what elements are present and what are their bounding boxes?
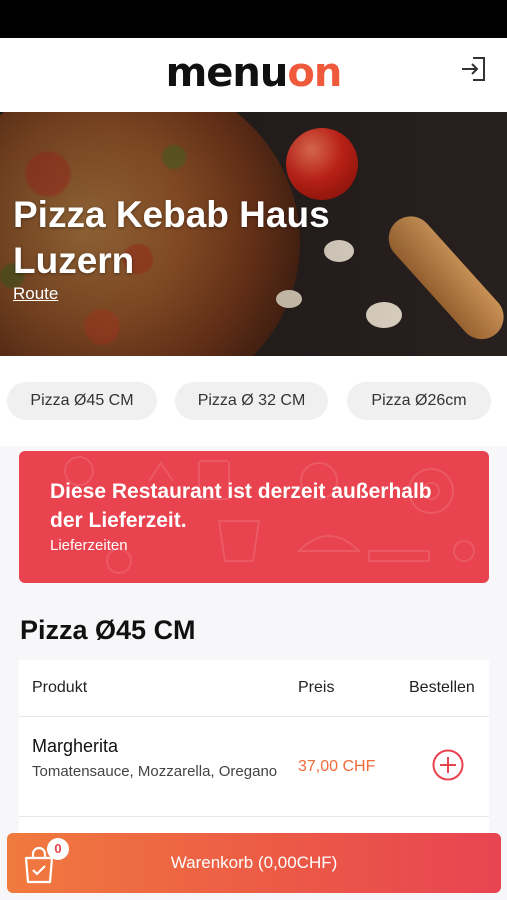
category-chip-pizza-45[interactable]: Pizza Ø45 CM bbox=[7, 382, 157, 420]
product-name: Margherita bbox=[32, 736, 119, 756]
column-header-order: Bestellen bbox=[409, 679, 475, 696]
cart-label: Warenkorb (0,00CHF) bbox=[170, 853, 338, 872]
delivery-times-link[interactable]: Lieferzeiten bbox=[50, 537, 128, 554]
product-price: 37,00 CHF bbox=[298, 758, 376, 775]
column-header-price: Preis bbox=[298, 679, 335, 696]
closed-notice: Diese Restaurant ist derzeit außerhalb d… bbox=[19, 451, 489, 583]
route-link[interactable]: Route bbox=[13, 284, 58, 304]
restaurant-name: Pizza Kebab Haus Luzern bbox=[13, 194, 330, 281]
status-bar bbox=[0, 0, 507, 38]
column-header-product: Produkt bbox=[32, 679, 88, 696]
plus-circle-icon[interactable] bbox=[432, 749, 464, 781]
menu-table: Produkt Preis Bestellen Margherita Tomat… bbox=[19, 660, 489, 860]
category-bar: Pizza Ø45 CM Pizza Ø 32 CM Pizza Ø26cm bbox=[0, 356, 507, 446]
section-title: Pizza Ø45 CM bbox=[20, 615, 196, 645]
category-chip-pizza-32[interactable]: Pizza Ø 32 CM bbox=[175, 382, 328, 420]
row-divider bbox=[19, 816, 489, 817]
category-chip-pizza-26[interactable]: Pizza Ø26cm bbox=[347, 382, 491, 420]
app-header: menuon bbox=[0, 38, 507, 112]
login-icon[interactable] bbox=[459, 54, 489, 84]
closed-message: Diese Restaurant ist derzeit außerhalb d… bbox=[50, 480, 432, 532]
menuon-logo: menuon bbox=[165, 50, 343, 96]
header-divider bbox=[19, 716, 489, 717]
product-description: Tomatensauce, Mozzarella, Oregano bbox=[32, 763, 278, 780]
cart-button[interactable]: 0 Warenkorb (0,00CHF) bbox=[7, 833, 501, 893]
restaurant-hero: Pizza Kebab Haus Luzern Route bbox=[0, 112, 507, 356]
